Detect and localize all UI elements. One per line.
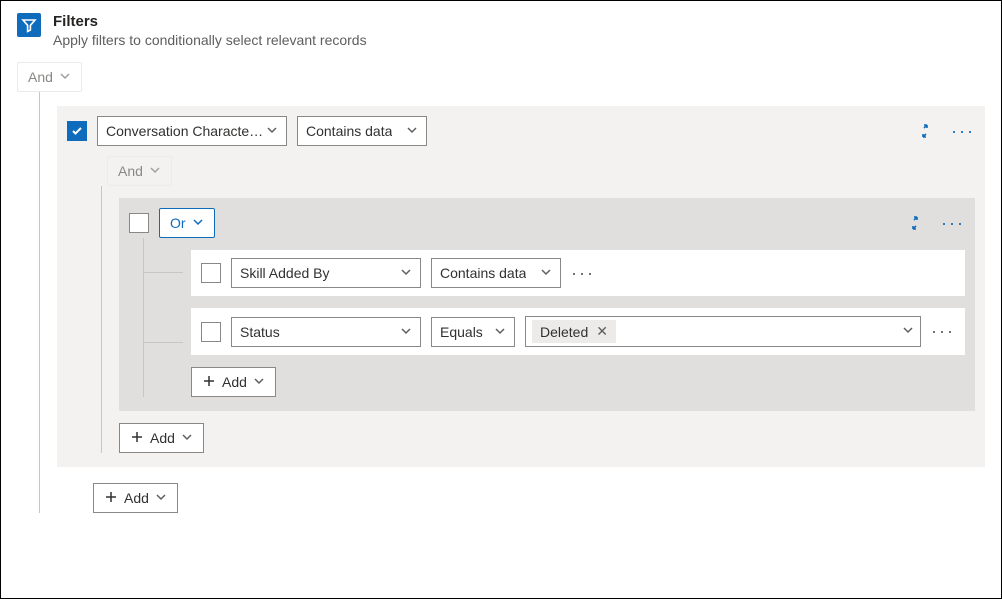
chevron-down-icon [400, 265, 412, 281]
chevron-down-icon [540, 265, 552, 281]
group1-checkbox[interactable] [67, 121, 87, 141]
row0-more-button[interactable]: ··· [571, 263, 595, 284]
group2-more-button[interactable]: ··· [941, 213, 965, 234]
filter-group-1: Conversation Characte… Contains data ··· [57, 106, 985, 467]
row1-more-button[interactable]: ··· [931, 321, 955, 342]
group1-more-button[interactable]: ··· [951, 121, 975, 142]
chevron-down-icon [59, 69, 71, 85]
filter-group-2: Or ··· [119, 198, 975, 411]
chevron-down-icon [494, 324, 506, 340]
chevron-down-icon [192, 215, 204, 231]
group2-add-label: Add [222, 374, 247, 390]
chevron-down-icon [181, 430, 193, 446]
group1-add-button[interactable]: Add [119, 423, 204, 453]
row0-checkbox[interactable] [201, 263, 221, 283]
value-tag-label: Deleted [540, 324, 588, 340]
chevron-down-icon [400, 324, 412, 340]
chevron-down-icon [149, 163, 161, 179]
root-add-button[interactable]: Add [93, 483, 178, 513]
collapse-icon[interactable] [911, 117, 939, 145]
root-operator-label: And [28, 69, 53, 85]
row0-field-dropdown[interactable]: Skill Added By [231, 258, 421, 288]
group1-inner-operator-pill[interactable]: And [107, 156, 172, 186]
group1-add-label: Add [150, 430, 175, 446]
row1-field-label: Status [240, 324, 280, 340]
row1-condition-label: Equals [440, 324, 483, 340]
plus-icon [130, 430, 144, 447]
group2-checkbox[interactable] [129, 213, 149, 233]
plus-icon [202, 374, 216, 391]
plus-icon [104, 490, 118, 507]
row0-field-label: Skill Added By [240, 265, 330, 281]
row1-field-dropdown[interactable]: Status [231, 317, 421, 347]
collapse-icon[interactable] [901, 209, 929, 237]
filter-row: Status Equals [191, 308, 965, 355]
chevron-down-icon [155, 490, 167, 506]
row1-checkbox[interactable] [201, 322, 221, 342]
root-add-label: Add [124, 490, 149, 506]
page-subtitle: Apply filters to conditionally select re… [53, 32, 367, 48]
chevron-down-icon [406, 123, 418, 139]
chevron-down-icon [902, 323, 914, 341]
filter-icon [17, 13, 41, 37]
chevron-down-icon [266, 123, 278, 139]
group2-operator-label: Or [170, 215, 186, 231]
value-tag: Deleted ✕ [532, 320, 616, 343]
root-operator-pill[interactable]: And [17, 62, 82, 92]
group1-field-dropdown[interactable]: Conversation Characte… [97, 116, 287, 146]
group1-field-label: Conversation Characte… [106, 123, 263, 139]
chevron-down-icon [253, 374, 265, 390]
row1-condition-dropdown[interactable]: Equals [431, 317, 515, 347]
filter-row: Skill Added By Contains data ··· [191, 250, 965, 296]
row0-condition-label: Contains data [440, 265, 526, 281]
group1-condition-dropdown[interactable]: Contains data [297, 116, 427, 146]
row1-value-dropdown[interactable]: Deleted ✕ [525, 316, 921, 347]
page-title: Filters [53, 13, 367, 30]
group2-add-button[interactable]: Add [191, 367, 276, 397]
remove-tag-icon[interactable]: ✕ [596, 323, 608, 340]
group1-condition-label: Contains data [306, 123, 392, 139]
group2-operator-pill[interactable]: Or [159, 208, 215, 238]
row0-condition-dropdown[interactable]: Contains data [431, 258, 561, 288]
group1-inner-operator-label: And [118, 163, 143, 179]
